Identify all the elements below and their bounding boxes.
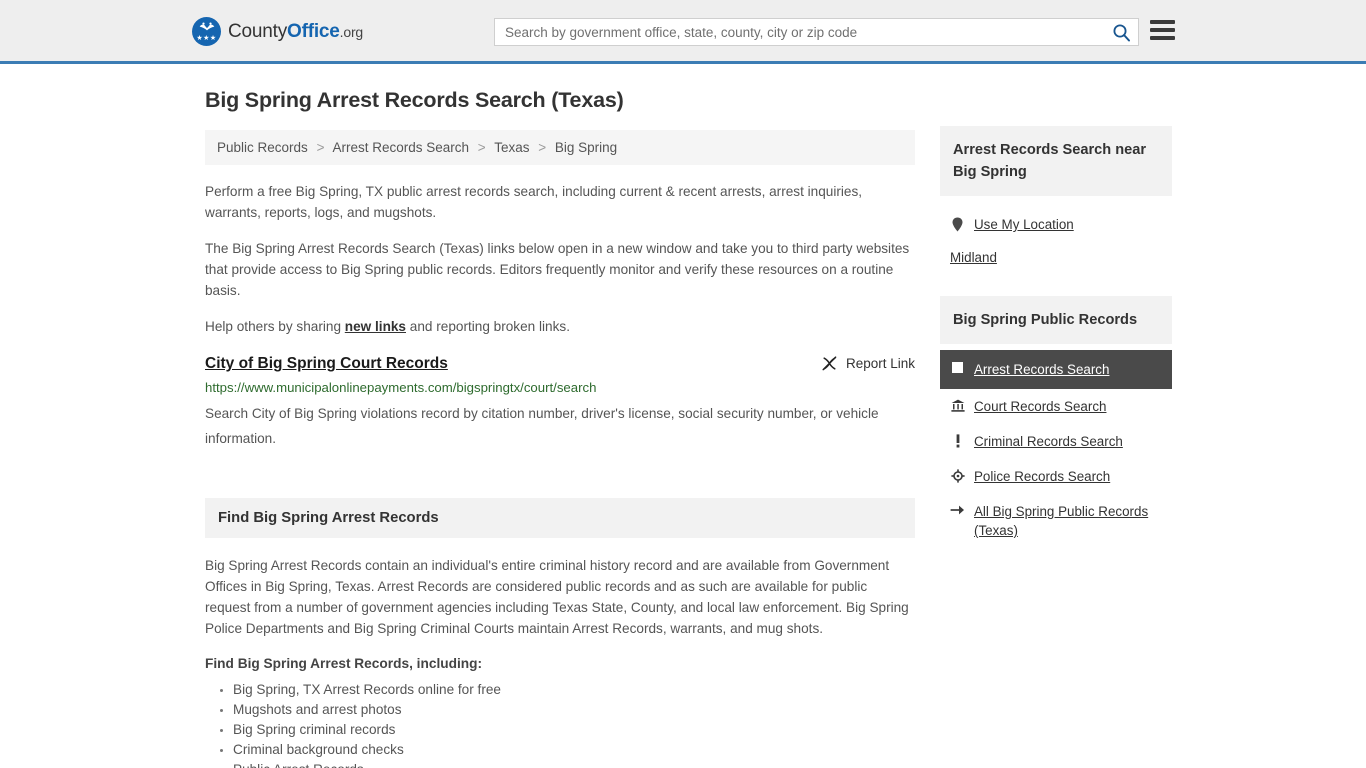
- breadcrumb-separator: >: [316, 140, 325, 155]
- help-suffix: and reporting broken links.: [406, 319, 570, 334]
- hamburger-bar: [1150, 20, 1175, 24]
- sidebar-records-list: Arrest Records Search Court Records Sear…: [940, 350, 1172, 548]
- result-entry: City of Big Spring Court Records Report …: [205, 354, 915, 451]
- result-header-row: City of Big Spring Court Records Report …: [205, 354, 915, 374]
- white-square-glyph: [952, 362, 963, 373]
- breadcrumb-separator: >: [477, 140, 486, 155]
- courthouse-glyph: [950, 399, 965, 412]
- section-heading: Find Big Spring Arrest Records: [205, 498, 915, 538]
- arrest-records-bullet-list: Big Spring, TX Arrest Records online for…: [205, 680, 915, 768]
- use-my-location-label: Use My Location: [974, 217, 1074, 232]
- intro-paragraph-2: The Big Spring Arrest Records Search (Te…: [205, 241, 910, 298]
- list-item: Criminal background checks: [233, 740, 915, 760]
- section-body-text: Big Spring Arrest Records contain an ind…: [205, 558, 909, 636]
- hamburger-bar: [1150, 28, 1175, 32]
- exclamation-icon: [950, 432, 965, 448]
- list-item: Mugshots and arrest photos: [233, 700, 915, 720]
- intro-paragraph-1: Perform a free Big Spring, TX public arr…: [205, 184, 863, 220]
- section-sub-heading: Find Big Spring Arrest Records, includin…: [205, 656, 483, 671]
- police-badge-icon: [950, 467, 965, 483]
- sidebar-item-police-records-search[interactable]: Police Records Search: [940, 459, 1172, 494]
- sidebar-item-all-public-records[interactable]: All Big Spring Public Records (Texas): [940, 494, 1172, 548]
- sidebar-item-court-records-search[interactable]: Court Records Search: [940, 389, 1172, 424]
- logo-text-org: .org: [339, 23, 364, 40]
- sidebar-item-label: Court Records Search: [974, 399, 1107, 414]
- search-icon: [1113, 24, 1130, 41]
- main-content: Big Spring Arrest Records Search (Texas)…: [205, 88, 915, 768]
- breadcrumb-item-big-spring[interactable]: Big Spring: [555, 140, 617, 155]
- report-link-label: Report Link: [845, 356, 915, 371]
- result-description: Search City of Big Spring violations rec…: [205, 406, 879, 446]
- hamburger-bar: [1150, 36, 1175, 40]
- arrow-right-glyph: [950, 505, 964, 515]
- map-pin-icon: [950, 215, 965, 232]
- arrow-right-icon: [950, 502, 965, 516]
- logo-text: CountyOffice.org: [228, 21, 363, 43]
- result-url: https://www.municipalonlinepayments.com/…: [205, 380, 597, 395]
- breadcrumb: Public Records > Arrest Records Search >…: [205, 130, 915, 165]
- sidebar-item-arrest-records-search[interactable]: Arrest Records Search: [940, 350, 1172, 389]
- sidebar-item-label: Criminal Records Search: [974, 434, 1123, 449]
- white-square-icon: [950, 360, 965, 373]
- sidebar-item-midland[interactable]: Midland: [940, 242, 1172, 273]
- eagle-seal-icon: ★★★: [192, 17, 221, 46]
- eagle-icon: [199, 22, 214, 31]
- hamburger-menu-icon[interactable]: [1150, 20, 1175, 40]
- sidebar-near-heading: Arrest Records Search near Big Spring: [940, 126, 1172, 196]
- search-input[interactable]: [495, 19, 1104, 45]
- help-prefix: Help others by sharing: [205, 319, 345, 334]
- page-title: Big Spring Arrest Records Search (Texas): [205, 88, 624, 112]
- breadcrumb-item-public-records[interactable]: Public Records: [217, 140, 308, 155]
- sidebar-item-label: All Big Spring Public Records (Texas): [974, 504, 1149, 538]
- list-item: Big Spring, TX Arrest Records online for…: [233, 680, 915, 700]
- logo-text-county: County: [228, 20, 288, 42]
- list-item: Big Spring criminal records: [233, 720, 915, 740]
- result-title-link[interactable]: City of Big Spring Court Records: [205, 354, 448, 374]
- sidebar-item-label: Arrest Records Search: [974, 362, 1110, 377]
- sidebar-item-use-my-location[interactable]: Use My Location: [940, 207, 1172, 242]
- sidebar: Arrest Records Search near Big Spring Us…: [940, 126, 1172, 548]
- help-paragraph: Help others by sharing new links and rep…: [205, 316, 915, 337]
- breadcrumb-item-arrest-records-search[interactable]: Arrest Records Search: [332, 140, 469, 155]
- site-logo[interactable]: ★★★ CountyOffice.org: [192, 17, 363, 46]
- report-link-button[interactable]: Report Link: [821, 354, 915, 372]
- stars-icon: ★★★: [196, 35, 217, 42]
- sidebar-item-label: Police Records Search: [974, 469, 1111, 484]
- police-badge-glyph: [950, 469, 965, 483]
- breadcrumb-item-texas[interactable]: Texas: [494, 140, 529, 155]
- courthouse-icon: [950, 397, 965, 412]
- new-links-link[interactable]: new links: [345, 319, 406, 334]
- breadcrumb-separator: >: [538, 140, 547, 155]
- list-item: Public Arrest Records: [233, 760, 915, 768]
- search-bar[interactable]: [494, 18, 1139, 46]
- exclamation-glyph: [956, 434, 959, 448]
- site-header: ★★★ CountyOffice.org: [0, 0, 1366, 64]
- sidebar-item-criminal-records-search[interactable]: Criminal Records Search: [940, 424, 1172, 459]
- logo-text-office: Office: [287, 20, 340, 42]
- map-pin-glyph: [952, 217, 963, 232]
- use-my-location-row: Use My Location Midland: [940, 207, 1172, 273]
- search-button[interactable]: [1104, 19, 1138, 45]
- broken-link-icon: [822, 356, 837, 371]
- sidebar-records-heading: Big Spring Public Records: [940, 296, 1172, 344]
